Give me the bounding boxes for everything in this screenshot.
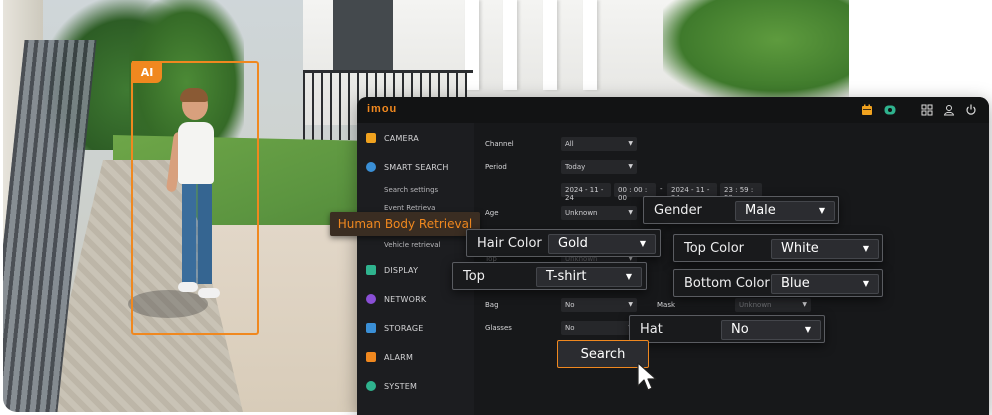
glasses-select[interactable]: No▼ — [561, 321, 637, 335]
age-label: Age — [485, 209, 499, 217]
chevron-down-icon: ▼ — [628, 209, 633, 216]
sidebar-item-system[interactable]: SYSTEM — [357, 377, 474, 395]
smart-search-icon — [366, 162, 376, 172]
sidebar-sub-event-retrieval[interactable]: Event Retrieva — [384, 204, 435, 212]
period-label: Period — [485, 163, 507, 171]
bag-label: Bag — [485, 301, 499, 309]
sidebar-item-label: SYSTEM — [384, 381, 418, 391]
sidebar-sub-vehicle-retrieval[interactable]: Vehicle retrieval — [384, 241, 441, 249]
chevron-down-icon: ▼ — [818, 206, 825, 215]
start-date-field[interactable]: 2024 - 11 - 24 — [561, 183, 611, 202]
end-date-field[interactable]: 2024 - 11 - 24 — [667, 183, 717, 202]
top-label: Top — [463, 268, 485, 284]
age-value: Unknown — [565, 209, 598, 217]
end-time-field[interactable]: 23 : 59 : 59 — [720, 183, 762, 202]
hair-color-filter: Hair Color Gold ▼ — [466, 229, 661, 257]
chevron-down-icon: ▼ — [628, 163, 633, 170]
channel-value: All — [565, 140, 574, 148]
start-time-field[interactable]: 00 : 00 : 00 — [614, 183, 656, 202]
hair-color-value: Gold — [558, 236, 588, 251]
imou-logo: imou — [367, 103, 398, 115]
display-icon — [366, 265, 376, 275]
user-icon[interactable] — [943, 104, 955, 116]
mouse-cursor-icon — [637, 362, 657, 391]
chevron-down-icon: ▼ — [862, 244, 869, 253]
period-select[interactable]: Today ▼ — [561, 160, 637, 174]
hair-color-select[interactable]: Gold ▼ — [548, 234, 656, 254]
top-select[interactable]: T-shirt ▼ — [536, 267, 642, 287]
channel-select[interactable]: All ▼ — [561, 137, 637, 151]
network-icon — [366, 294, 376, 304]
bottom-color-label: Bottom Color — [684, 275, 770, 291]
top-value: T-shirt — [546, 269, 587, 284]
sidebar-item-storage[interactable]: STORAGE — [357, 319, 474, 337]
mask-value: Unknown — [739, 301, 772, 309]
system-icon — [366, 381, 376, 391]
bottom-color-value: Blue — [781, 276, 810, 291]
chevron-down-icon: ▼ — [639, 239, 646, 248]
house-column — [583, 0, 597, 90]
grid-icon[interactable] — [921, 104, 933, 116]
gender-select[interactable]: Male ▼ — [735, 201, 835, 221]
top-color-select[interactable]: White ▼ — [771, 239, 879, 259]
mask-label: Mask — [657, 301, 676, 309]
chevron-down-icon: ▼ — [628, 140, 633, 147]
top-color-filter: Top Color White ▼ — [673, 234, 883, 262]
period-value: Today — [565, 163, 586, 171]
chevron-down-icon: ▼ — [862, 279, 869, 288]
power-icon[interactable] — [965, 104, 977, 116]
sidebar-item-smart-search[interactable]: SMART SEARCH — [357, 158, 474, 176]
hat-value: No — [731, 322, 749, 337]
detection-box — [131, 61, 259, 335]
tree — [663, 0, 849, 100]
sidebar-item-camera[interactable]: CAMERA — [357, 129, 474, 147]
ai-badge: AI — [132, 61, 162, 83]
gender-filter: Gender Male ▼ — [643, 196, 839, 224]
age-select[interactable]: Unknown ▼ — [561, 206, 637, 220]
sidebar-item-label: CAMERA — [384, 133, 419, 143]
house-column — [503, 0, 517, 90]
bag-value: No — [565, 301, 575, 309]
human-body-retrieval-tab[interactable]: Human Body Retrieval — [330, 212, 480, 236]
storage-icon — [366, 323, 376, 333]
hair-color-label: Hair Color — [477, 235, 542, 251]
glasses-label: Glasses — [485, 324, 512, 332]
sidebar-item-label: STORAGE — [384, 323, 424, 333]
bag-select[interactable]: No ▼ — [561, 298, 637, 312]
top-color-label: Top Color — [684, 240, 745, 256]
chevron-down-icon: ▼ — [804, 325, 811, 334]
mask-select[interactable]: Unknown ▼ — [735, 298, 811, 312]
house-column — [543, 0, 557, 90]
alarm-icon — [366, 352, 376, 362]
gender-value: Male — [745, 203, 776, 218]
chevron-down-icon: ▼ — [802, 301, 807, 308]
house-door — [333, 0, 393, 70]
top-filter: Top T-shirt ▼ — [452, 262, 647, 290]
top-color-value: White — [781, 241, 819, 256]
sidebar-item-label: SMART SEARCH — [384, 162, 449, 172]
range-separator: - — [660, 185, 663, 193]
bottom-color-filter: Bottom Color Blue ▼ — [673, 269, 883, 297]
hat-select[interactable]: No ▼ — [721, 320, 821, 340]
camera-icon — [366, 133, 376, 143]
sidebar-item-label: DISPLAY — [384, 265, 419, 275]
hat-label: Hat — [640, 321, 663, 337]
chevron-down-icon: ▼ — [628, 301, 633, 308]
hat-filter: Hat No ▼ — [629, 315, 825, 343]
cloud-icon[interactable] — [884, 104, 896, 116]
channel-label: Channel — [485, 140, 514, 148]
calendar-icon[interactable] — [861, 104, 873, 116]
glasses-value: No — [565, 324, 575, 332]
gender-label: Gender — [654, 202, 702, 218]
sidebar-item-label: NETWORK — [384, 294, 427, 304]
bottom-color-select[interactable]: Blue ▼ — [771, 274, 879, 294]
sidebar-item-network[interactable]: NETWORK — [357, 290, 474, 308]
sidebar-item-alarm[interactable]: ALARM — [357, 348, 474, 366]
top-bar: imou — [357, 97, 989, 123]
start-date-value: 2024 - 11 - 24 — [565, 186, 604, 202]
sidebar-item-label: ALARM — [384, 352, 414, 362]
chevron-down-icon: ▼ — [625, 272, 632, 281]
sidebar-sub-search-settings[interactable]: Search settings — [384, 186, 438, 194]
